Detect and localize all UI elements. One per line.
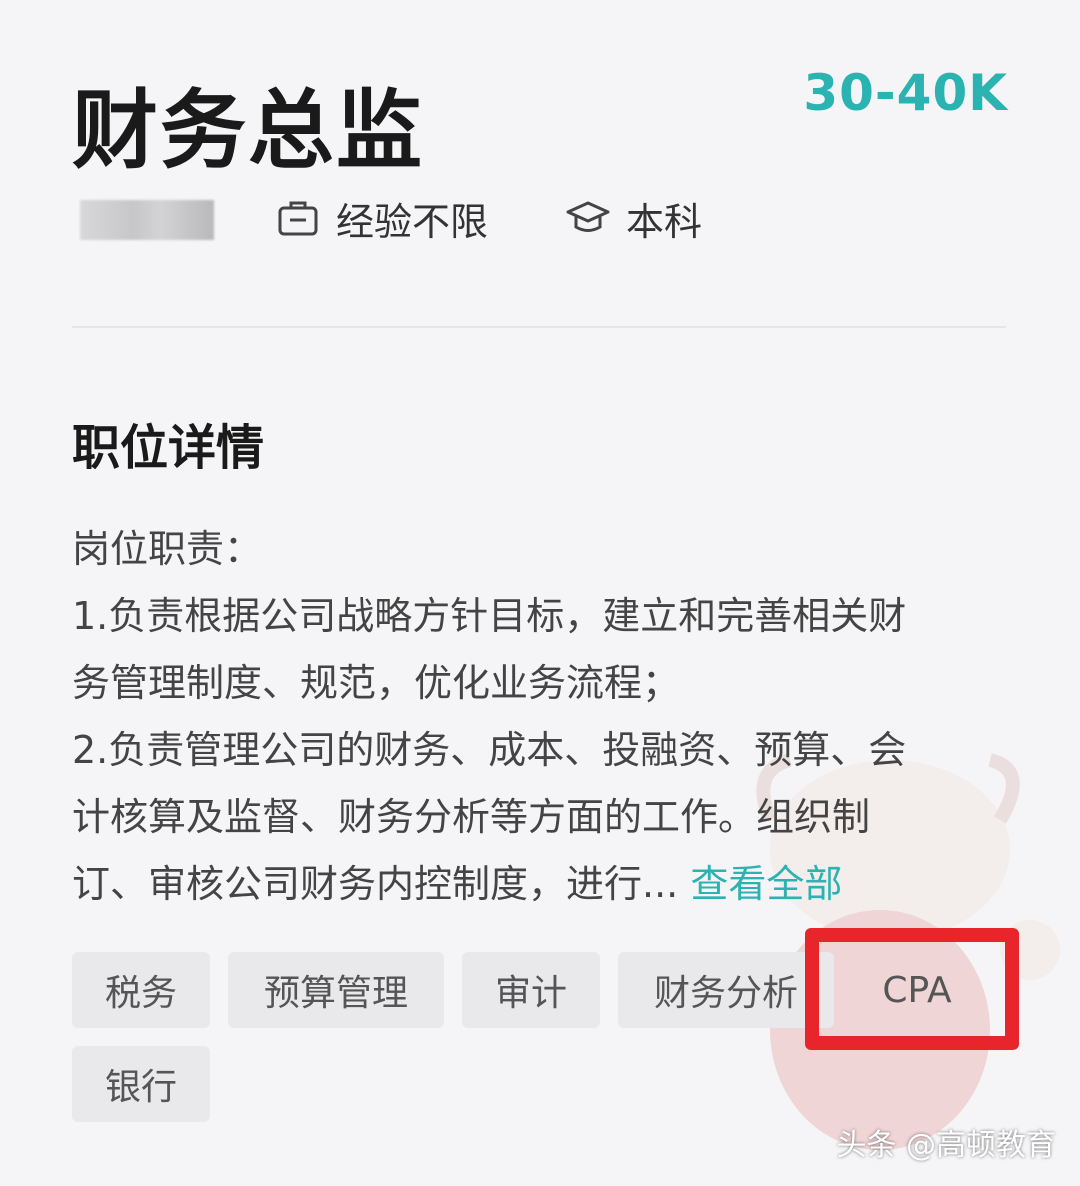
tag-budget-management[interactable]: 预算管理 xyxy=(228,952,444,1028)
briefcase-icon xyxy=(278,201,318,236)
divider xyxy=(72,326,1006,328)
tag-financial-analysis[interactable]: 财务分析 xyxy=(618,952,834,1028)
education-label: 本科 xyxy=(626,199,703,244)
tag-audit[interactable]: 审计 xyxy=(462,952,600,1028)
job-title: 财务总监 xyxy=(72,81,424,181)
job-detail-page: 财务总监 30-40K 经验不限 本科 职位详情 岗位职责： 1.负责根据公司战… xyxy=(0,0,1080,1186)
section-title: 职位详情 xyxy=(72,420,265,476)
description-line: 1.负责根据公司战略方针目标，建立和完善相关财 xyxy=(72,594,907,638)
tag-banking[interactable]: 银行 xyxy=(72,1046,210,1122)
highlight-box xyxy=(805,928,1019,1050)
education-requirement: 本科 xyxy=(566,190,702,246)
job-meta-row: 经验不限 本科 xyxy=(80,190,980,246)
view-all-link[interactable]: 查看全部 xyxy=(690,862,842,906)
description-line: 订、审核公司财务内控制度，进行... xyxy=(72,862,679,906)
description-line: 岗位职责： xyxy=(72,527,263,571)
blurred-location xyxy=(80,200,214,240)
watermark: 头条 @高顿教育 xyxy=(836,1128,1056,1163)
description-line: 2.负责管理公司的财务、成本、投融资、预算、会 xyxy=(72,728,907,772)
salary-range: 30-40K xyxy=(803,64,1008,122)
description-line: 计核算及监督、财务分析等方面的工作。组织制 xyxy=(72,795,871,839)
experience-requirement: 经验不限 xyxy=(276,190,488,246)
description-last-line: 订、审核公司财务内控制度，进行... 查看全部 xyxy=(72,851,1012,918)
job-description: 岗位职责： 1.负责根据公司战略方针目标，建立和完善相关财 务管理制度、规范，优… xyxy=(72,516,1012,918)
experience-label: 经验不限 xyxy=(336,199,489,244)
description-line: 务管理制度、规范，优化业务流程； xyxy=(72,661,681,705)
tag-tax[interactable]: 税务 xyxy=(72,952,210,1028)
graduation-cap-icon xyxy=(566,201,610,232)
